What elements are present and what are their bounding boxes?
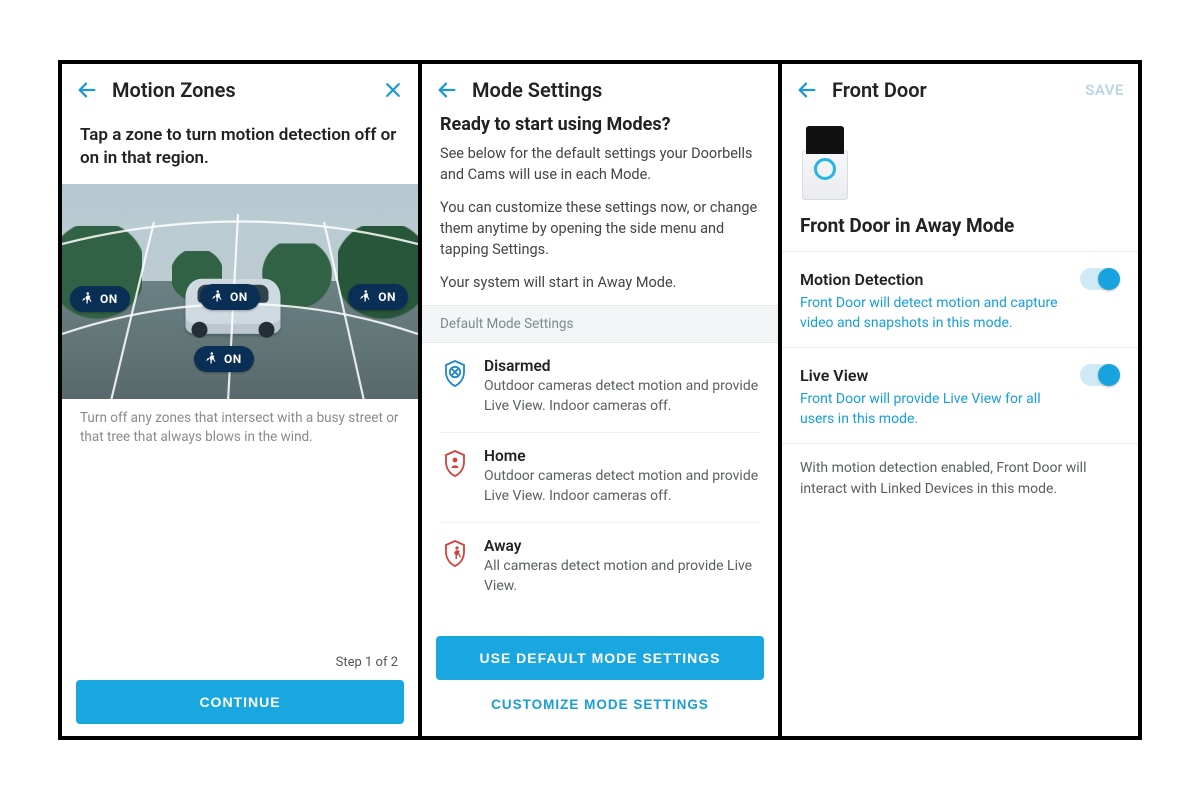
three-phone-frames: Motion Zones Tap a zone to turn motion d…: [58, 60, 1142, 740]
shield-person-icon: [440, 447, 470, 506]
mode-desc: Outdoor cameras detect motion and provid…: [484, 377, 760, 416]
header: Front Door SAVE: [782, 64, 1138, 112]
mode-desc: Outdoor cameras detect motion and provid…: [484, 467, 760, 506]
heading: Front Door in Away Mode: [800, 214, 1120, 251]
page-title: Front Door: [832, 78, 1085, 102]
back-arrow-icon[interactable]: [436, 79, 458, 101]
zone-toggle-2[interactable]: ON: [200, 284, 260, 310]
step-indicator: Step 1 of 2: [76, 651, 404, 680]
mode-row-away: Away All cameras detect motion and provi…: [440, 523, 760, 612]
zone-toggle-4[interactable]: ON: [194, 346, 254, 372]
mode-row-home: Home Outdoor cameras detect motion and p…: [440, 433, 760, 523]
section-label: Default Mode Settings: [422, 305, 778, 343]
customize-button[interactable]: CUSTOMIZE MODE SETTINGS: [436, 684, 764, 724]
setting-desc: Front Door will provide Live View for al…: [800, 390, 1120, 429]
mode-name: Away: [484, 537, 760, 555]
instruction-text: Tap a zone to turn motion detection off …: [62, 112, 418, 184]
zone-toggle-3[interactable]: ON: [348, 284, 408, 310]
zone-toggle-1[interactable]: ON: [70, 286, 130, 312]
screen-motion-zones: Motion Zones Tap a zone to turn motion d…: [62, 64, 422, 736]
runner-icon: [208, 289, 224, 305]
runner-icon: [78, 291, 94, 307]
zone-label: ON: [230, 290, 248, 304]
header: Motion Zones: [62, 64, 418, 112]
shield-runner-icon: [440, 537, 470, 596]
setting-title: Motion Detection: [800, 270, 1080, 289]
zone-label: ON: [378, 290, 396, 304]
paragraph: You can customize these settings now, or…: [440, 197, 760, 260]
runner-icon: [202, 351, 218, 367]
setting-motion-detection: Motion Detection Front Door will detect …: [800, 252, 1120, 347]
zone-label: ON: [100, 292, 118, 306]
page-title: Motion Zones: [112, 78, 382, 102]
setting-title: Live View: [800, 366, 1080, 385]
back-arrow-icon[interactable]: [76, 79, 98, 101]
setting-live-view: Live View Front Door will provide Live V…: [800, 348, 1120, 443]
back-arrow-icon[interactable]: [796, 79, 818, 101]
mode-row-disarmed: Disarmed Outdoor cameras detect motion a…: [440, 343, 760, 433]
heading: Ready to start using Modes?: [440, 114, 760, 135]
motion-detection-toggle[interactable]: [1080, 268, 1120, 290]
footer-note: With motion detection enabled, Front Doo…: [800, 444, 1120, 513]
mode-name: Disarmed: [484, 357, 760, 375]
paragraph: See below for the default settings your …: [440, 143, 760, 185]
shield-x-icon: [440, 357, 470, 416]
zone-label: ON: [224, 352, 242, 366]
save-button[interactable]: SAVE: [1085, 81, 1124, 99]
close-icon[interactable]: [382, 79, 404, 101]
live-view-toggle[interactable]: [1080, 364, 1120, 386]
page-title: Mode Settings: [472, 78, 764, 102]
hint-text: Turn off any zones that intersect with a…: [62, 399, 418, 458]
runner-icon: [356, 289, 372, 305]
setting-desc: Front Door will detect motion and captur…: [800, 294, 1120, 333]
paragraph: Your system will start in Away Mode.: [440, 272, 760, 293]
doorbell-device-icon: [802, 126, 848, 200]
camera-preview: ON ON ON ON: [62, 184, 418, 399]
screen-mode-settings: Mode Settings Ready to start using Modes…: [422, 64, 782, 736]
continue-button[interactable]: CONTINUE: [76, 680, 404, 724]
header: Mode Settings: [422, 64, 778, 112]
screen-front-door: Front Door SAVE Front Door in Away Mode …: [782, 64, 1138, 736]
mode-name: Home: [484, 447, 760, 465]
mode-desc: All cameras detect motion and provide Li…: [484, 557, 760, 596]
use-default-button[interactable]: USE DEFAULT MODE SETTINGS: [436, 636, 764, 680]
